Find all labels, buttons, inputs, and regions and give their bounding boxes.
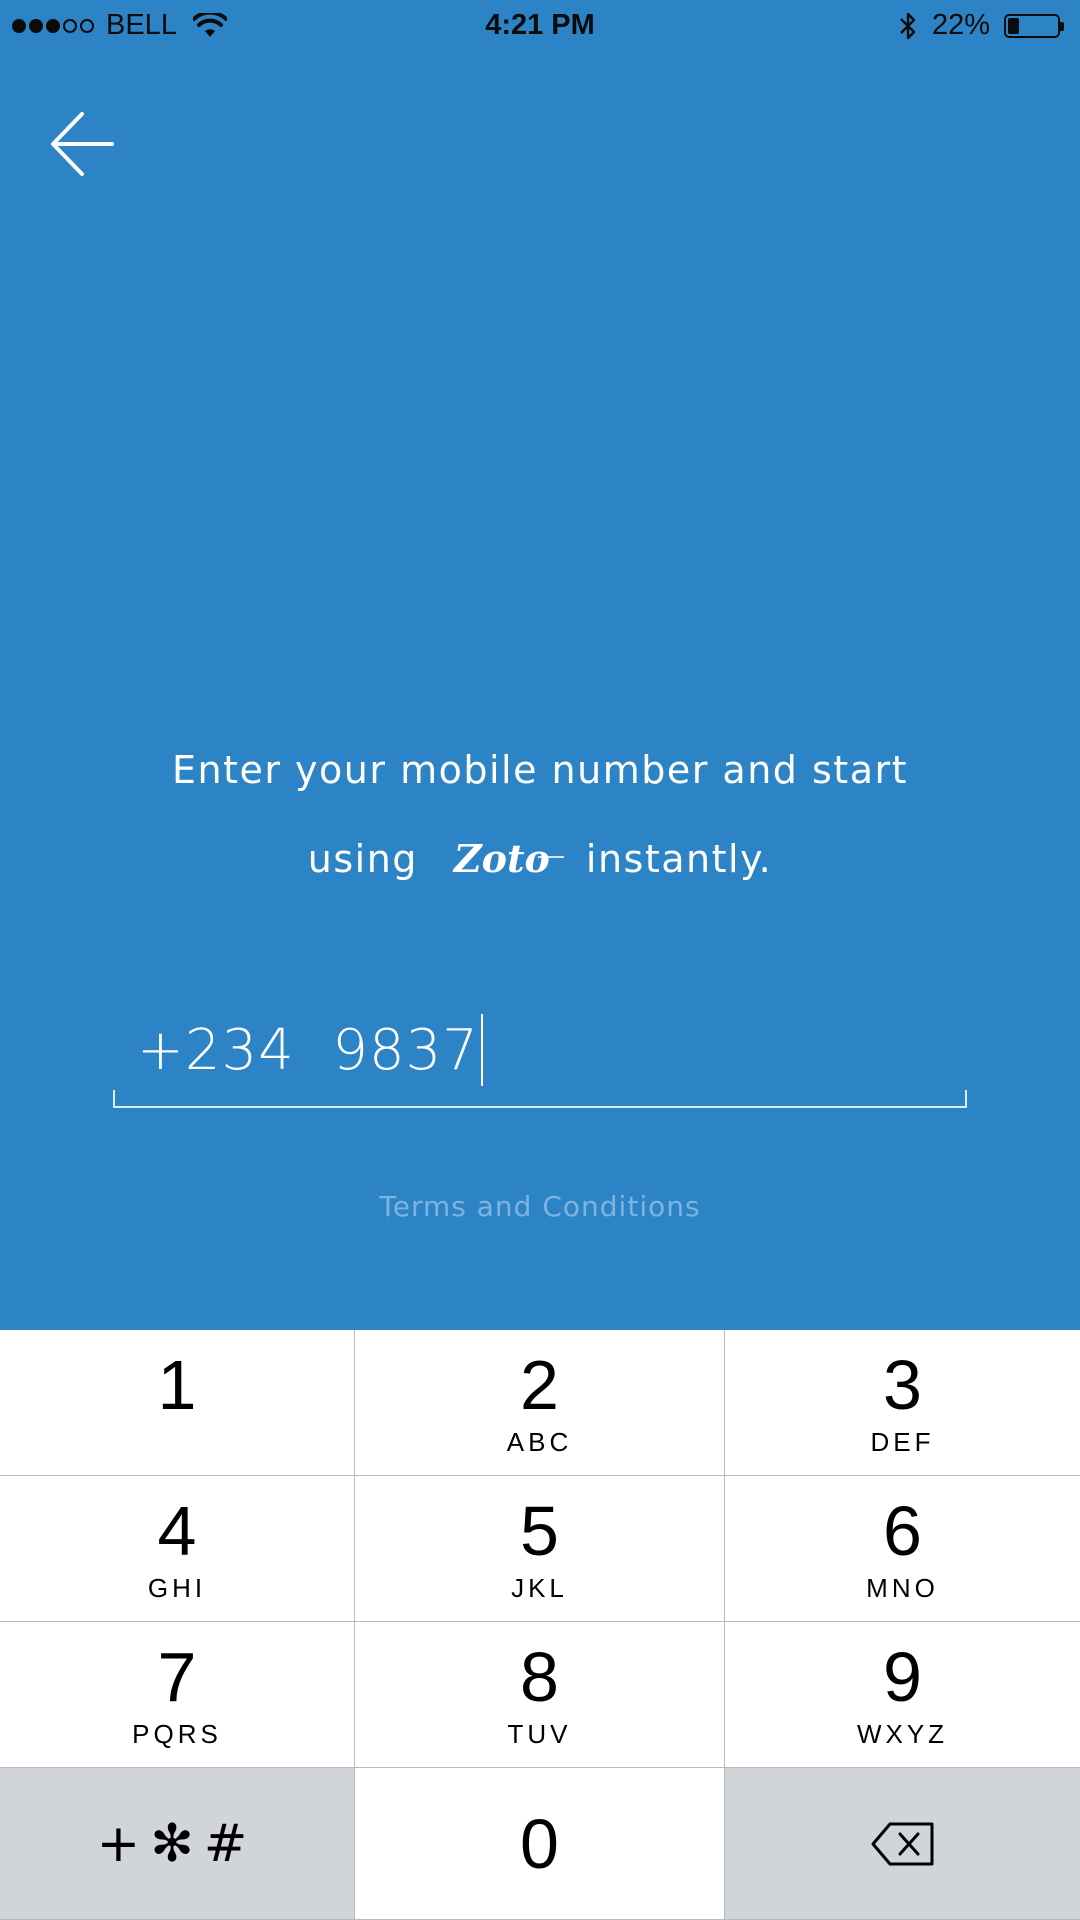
prompt-line-1: Enter your mobile number and start	[171, 748, 909, 792]
key-0[interactable]: 0	[355, 1768, 725, 1920]
prompt-line-2: using Zoto instantly.	[0, 836, 1080, 881]
key-9[interactable]: 9 WXYZ	[725, 1622, 1080, 1768]
key-letters: WXYZ	[856, 1718, 949, 1749]
prompt-using: using	[307, 836, 418, 881]
key-1[interactable]: 1	[0, 1330, 355, 1476]
key-digit: 5	[520, 1491, 559, 1570]
backspace-icon	[871, 1822, 933, 1865]
status-bar: BELL 4:21 PM 22%	[0, 0, 1080, 52]
key-letters: PQRS	[132, 1718, 222, 1749]
back-button[interactable]	[50, 106, 116, 182]
key-letters: JKL	[511, 1572, 568, 1603]
key-letters: TUV	[507, 1718, 572, 1749]
key-digit: 0	[520, 1804, 559, 1883]
battery-icon	[1004, 13, 1064, 38]
key-3[interactable]: 3 DEF	[725, 1330, 1080, 1476]
key-7[interactable]: 7 PQRS	[0, 1622, 355, 1768]
key-digit: 3	[883, 1345, 922, 1424]
bluetooth-icon	[900, 12, 916, 39]
key-letters: MNO	[866, 1572, 939, 1603]
arrow-left-icon	[51, 112, 114, 176]
phone-number-input[interactable]: +234 9837	[113, 1008, 967, 1108]
symbols-label: +✻#	[96, 1813, 258, 1874]
key-digit: 2	[520, 1345, 559, 1424]
key-symbols[interactable]: +✻#	[0, 1768, 355, 1920]
prompt-text: Enter your mobile number and start using…	[0, 748, 1080, 881]
zoto-logo: Zoto	[446, 836, 564, 881]
key-digit: 7	[157, 1637, 197, 1716]
battery-percent: 22%	[931, 9, 990, 41]
key-digit: 8	[520, 1637, 559, 1716]
key-digit: 4	[157, 1491, 197, 1570]
key-6[interactable]: 6 MNO	[725, 1476, 1080, 1622]
brand-name: Zoto	[453, 836, 550, 881]
key-letters: GHI	[147, 1572, 207, 1603]
key-digit: 9	[883, 1637, 922, 1716]
input-underline	[113, 1090, 967, 1108]
key-letters: ABC	[506, 1426, 573, 1457]
numeric-keypad: 1 2 ABC 3 DEF 4 GHI 5 JKL 6 MNO 7 PQRS 8…	[0, 1330, 1080, 1920]
key-2[interactable]: 2 ABC	[355, 1330, 725, 1476]
battery-tip	[1060, 21, 1064, 31]
status-right: 22%	[898, 9, 1064, 42]
key-4[interactable]: 4 GHI	[0, 1476, 355, 1622]
key-digit: 6	[883, 1491, 922, 1570]
prompt-instantly: instantly.	[585, 836, 773, 881]
key-letters: DEF	[870, 1426, 935, 1457]
key-5[interactable]: 5 JKL	[355, 1476, 725, 1622]
key-8[interactable]: 8 TUV	[355, 1622, 725, 1768]
delete-button[interactable]	[725, 1768, 1080, 1920]
terms-and-conditions-link[interactable]: Terms and Conditions	[0, 1190, 1080, 1223]
text-cursor	[480, 1014, 483, 1086]
logo-swoosh	[537, 856, 564, 858]
phone-number-text: +234 9837	[137, 1017, 479, 1083]
phone-number-value: +234 9837	[137, 1014, 483, 1086]
battery-level	[1008, 17, 1019, 34]
key-digit: 1	[157, 1345, 197, 1424]
